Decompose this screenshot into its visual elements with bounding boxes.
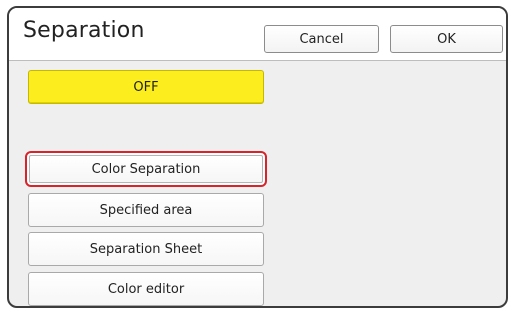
off-button[interactable]: OFF [28,70,264,104]
color-separation-button[interactable]: Color Separation [29,155,263,183]
separation-dialog: Separation Cancel OK OFF Color Separatio… [7,6,508,308]
cancel-button[interactable]: Cancel [264,25,379,53]
specified-area-button[interactable]: Specified area [28,193,264,227]
dialog-title: Separation [23,18,145,43]
ok-button[interactable]: OK [390,25,503,53]
color-separation-button-highlight[interactable]: Color Separation [25,151,267,187]
separation-sheet-button[interactable]: Separation Sheet [28,232,264,266]
dialog-header: Separation Cancel OK [9,8,506,61]
screen: Separation Cancel OK OFF Color Separatio… [0,0,515,314]
color-editor-button[interactable]: Color editor [28,272,264,306]
